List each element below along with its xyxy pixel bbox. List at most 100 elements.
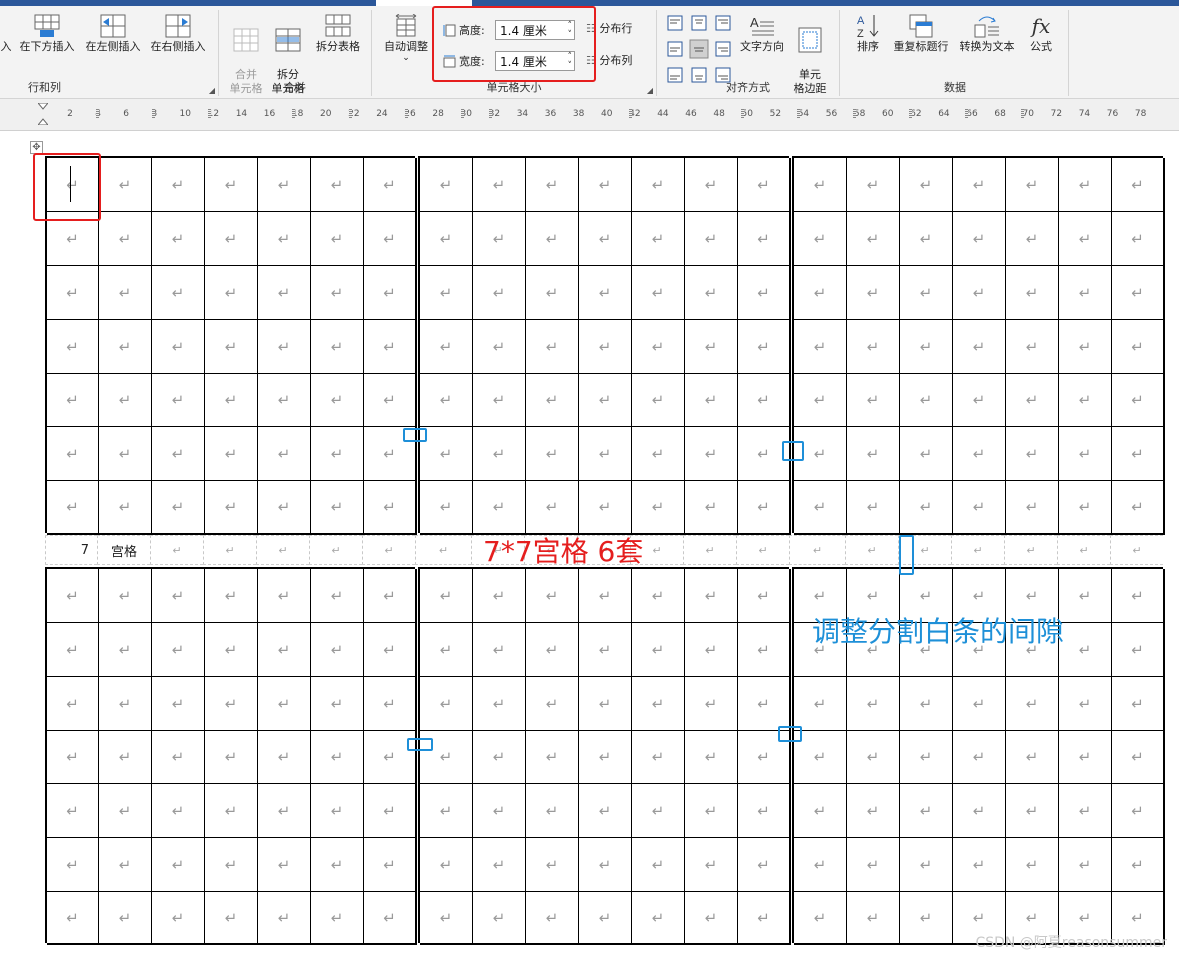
table-cell[interactable]: ↵ (579, 569, 632, 623)
table-cell[interactable]: ↵ (364, 320, 417, 374)
table-cell[interactable]: ↵ (847, 320, 900, 374)
table-cell[interactable]: ↵ (632, 320, 685, 374)
table-cell[interactable]: ↵ (794, 838, 847, 892)
table-cell[interactable]: ↵ (685, 731, 738, 784)
table-cell[interactable]: ↵ (473, 892, 526, 945)
table-cell[interactable]: ↵ (205, 784, 258, 838)
table-cell[interactable]: ↵ (900, 266, 953, 320)
table-cell[interactable]: ↵ (99, 158, 152, 212)
table-cell[interactable]: ↵ (794, 374, 847, 427)
table-cell[interactable]: ↵ (1112, 158, 1165, 212)
table-cell[interactable]: ↵ (99, 731, 152, 784)
table-cell[interactable]: ↵ (685, 320, 738, 374)
grid-table-4[interactable]: ↵ ↵ ↵ ↵ ↵ ↵ ↵ ↵ ↵ ↵ ↵ ↵ ↵ ↵ ↵ ↵ ↵ ↵ ↵ ↵ ↵ ↵ ↵ ↵ ↵ ↵ ↵ ↵ ↵ ↵ ↵ ↵ ↵ ↵ ↵ ↵ ↵ ↵ ↵ ↵… (45, 567, 417, 945)
table-cell[interactable]: ↵ (1059, 374, 1112, 427)
gap-cell[interactable]: ↵ (362, 535, 415, 565)
table-cell[interactable]: ↵ (205, 731, 258, 784)
table-cell[interactable]: ↵ (1059, 784, 1112, 838)
table-cell[interactable]: ↵ (847, 892, 900, 945)
table-cell[interactable]: ↵ (99, 838, 152, 892)
table-cell[interactable]: ↵ (420, 427, 473, 481)
table-cell[interactable]: ↵ (364, 784, 417, 838)
gap-resize-handle[interactable] (782, 441, 804, 461)
alignment-buttons-icon[interactable] (666, 14, 734, 84)
table-cell[interactable]: ↵ (258, 569, 311, 623)
table-cell[interactable]: ↵ (1112, 374, 1165, 427)
table-cell[interactable]: ↵ (47, 481, 99, 535)
table-cell[interactable]: ↵ (473, 569, 526, 623)
ruler-column-marker[interactable] (405, 109, 408, 118)
table-cell[interactable]: ↵ (685, 677, 738, 731)
gap-label-number[interactable]: 7 (45, 535, 97, 565)
table-cell[interactable]: ↵ (99, 481, 152, 535)
table-cell[interactable]: ↵ (900, 892, 953, 945)
autofit-button[interactable]: 自动调整 ⌄ (378, 14, 434, 63)
table-cell[interactable]: ↵ (47, 427, 99, 481)
table-cell[interactable]: ↵ (473, 158, 526, 212)
table-cell[interactable]: ↵ (526, 266, 579, 320)
gap-cell[interactable]: ↵ (845, 535, 898, 565)
ruler-column-marker[interactable] (909, 109, 912, 118)
table-cell[interactable]: ↵ (364, 158, 417, 212)
table-cell[interactable]: ↵ (579, 677, 632, 731)
table-cell[interactable]: ↵ (794, 320, 847, 374)
table-cell[interactable]: ↵ (205, 623, 258, 677)
table-cell[interactable]: ↵ (205, 892, 258, 945)
table-cell[interactable]: ↵ (311, 838, 364, 892)
table-cell[interactable]: ↵ (152, 158, 205, 212)
table-cell[interactable]: ↵ (47, 784, 99, 838)
table-cell[interactable]: ↵ (258, 838, 311, 892)
table-cell[interactable]: ↵ (1112, 784, 1165, 838)
table-cell[interactable]: ↵ (99, 266, 152, 320)
ruler-column-marker[interactable] (629, 109, 632, 118)
table-cell[interactable]: ↵ (1006, 266, 1059, 320)
table-cell[interactable]: ↵ (205, 374, 258, 427)
ruler-column-marker[interactable] (489, 109, 492, 118)
table-cell[interactable]: ↵ (579, 427, 632, 481)
table-cell[interactable]: ↵ (526, 569, 579, 623)
table-cell[interactable]: ↵ (794, 784, 847, 838)
table-cell[interactable]: ↵ (738, 320, 791, 374)
table-cell[interactable]: ↵ (526, 784, 579, 838)
table-cell[interactable]: ↵ (364, 481, 417, 535)
table-cell[interactable]: ↵ (579, 158, 632, 212)
table-cell[interactable]: ↵ (473, 427, 526, 481)
table-cell[interactable]: ↵ (847, 481, 900, 535)
formula-button[interactable]: fx 公式 (1022, 14, 1060, 54)
gap-resize-handle[interactable] (407, 738, 433, 751)
table-cell[interactable]: ↵ (632, 892, 685, 945)
table-cell[interactable]: ↵ (685, 623, 738, 677)
gap-cell[interactable]: ↵ (789, 535, 845, 565)
table-cell[interactable]: ↵ (311, 784, 364, 838)
table-cell[interactable]: ↵ (738, 481, 791, 535)
table-cell[interactable]: ↵ (99, 320, 152, 374)
table-cell[interactable]: ↵ (579, 481, 632, 535)
table-cell[interactable]: ↵ (953, 158, 1006, 212)
table-cell[interactable]: ↵ (99, 212, 152, 266)
table-cell[interactable]: ↵ (738, 623, 791, 677)
table-cell[interactable]: ↵ (632, 623, 685, 677)
table-cell[interactable]: ↵ (1059, 158, 1112, 212)
table-cell[interactable]: ↵ (1059, 623, 1112, 677)
table-cell[interactable]: ↵ (99, 892, 152, 945)
table-cell[interactable]: ↵ (685, 427, 738, 481)
table-cell[interactable]: ↵ (526, 731, 579, 784)
table-cell[interactable]: ↵ (526, 623, 579, 677)
table-cell[interactable]: ↵ (1059, 320, 1112, 374)
table-cell[interactable]: ↵ (632, 731, 685, 784)
table-cell[interactable]: ↵ (364, 677, 417, 731)
table-cell[interactable]: ↵ (953, 838, 1006, 892)
insert-left-button[interactable]: 在左侧插入 (82, 14, 144, 54)
table-cell[interactable]: ↵ (900, 731, 953, 784)
table-cell[interactable]: ↵ (953, 212, 1006, 266)
table-cell[interactable]: ↵ (794, 481, 847, 535)
table-cell[interactable]: ↵ (473, 838, 526, 892)
table-cell[interactable]: ↵ (847, 374, 900, 427)
table-cell[interactable]: ↵ (364, 569, 417, 623)
table-cell[interactable]: ↵ (1006, 427, 1059, 481)
table-cell[interactable]: ↵ (473, 374, 526, 427)
gap-cell[interactable]: ↵ (150, 535, 203, 565)
table-cell[interactable]: ↵ (900, 677, 953, 731)
table-cell[interactable]: ↵ (47, 731, 99, 784)
table-cell[interactable]: ↵ (1059, 731, 1112, 784)
